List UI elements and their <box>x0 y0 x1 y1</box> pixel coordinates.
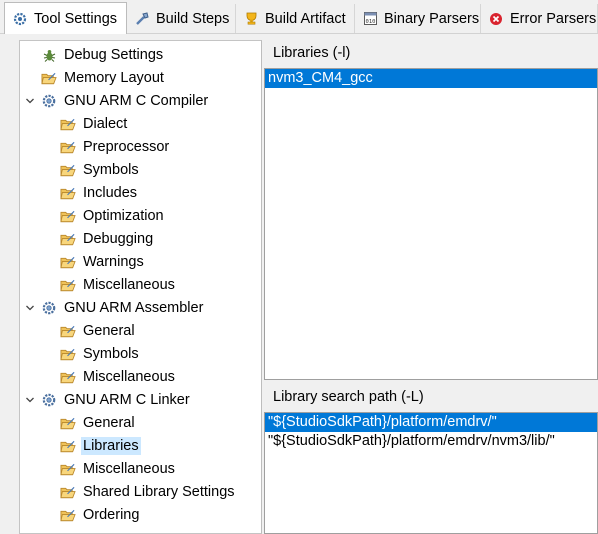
tool-settings-icon <box>12 11 28 27</box>
tree-item-ordering[interactable]: Ordering <box>60 504 141 526</box>
debug-settings-icon <box>41 47 57 63</box>
tab-binary-parsers[interactable]: 010 Binary Parsers <box>355 4 481 33</box>
tree-item-preprocessor[interactable]: Preprocessor <box>60 136 171 158</box>
tree-item-label: Debug Settings <box>64 47 164 63</box>
library-search-path-header-label: Library search path (-L) <box>273 389 424 405</box>
folder-icon <box>60 438 76 454</box>
tree-item-gnu-arm-c-linker[interactable]: GNU ARM C Linker <box>26 389 192 411</box>
tab-error-parsers[interactable]: Error Parsers <box>481 4 598 33</box>
folder-icon <box>60 139 76 155</box>
tree-item-label: Dialect <box>83 116 128 132</box>
tab-label: Tool Settings <box>34 10 118 27</box>
tree-item-debug-settings[interactable]: Debug Settings <box>41 44 165 66</box>
build-steps-icon <box>134 11 150 27</box>
library-item[interactable]: nvm3_CM4_gcc <box>265 69 597 88</box>
folder-icon <box>60 208 76 224</box>
tree-item-shared-library-settings[interactable]: Shared Library Settings <box>60 481 237 503</box>
tree-item-dialect[interactable]: Dialect <box>60 113 129 135</box>
tree-item-label: Miscellaneous <box>83 369 175 385</box>
tree-item-symbols[interactable]: Symbols <box>60 343 141 365</box>
folder-icon <box>60 461 76 477</box>
build-artifact-icon <box>243 11 259 27</box>
folder-icon <box>60 116 76 132</box>
tab-label: Binary Parsers <box>384 10 480 27</box>
tree-item-label: General <box>83 415 135 431</box>
folder-icon <box>60 162 76 178</box>
tool-gear-icon <box>41 300 57 316</box>
folder-icon <box>60 369 76 385</box>
tree-item-label: Symbols <box>83 162 139 178</box>
tool-gear-icon <box>41 392 57 408</box>
tree-item-label: Libraries <box>81 437 141 455</box>
libraries-panel: Libraries (-l) nvm3_CM4_gcc <box>264 40 598 380</box>
tree-item-label: GNU ARM C Linker <box>64 392 190 408</box>
tree-item-label: Memory Layout <box>64 70 164 86</box>
tree-item-label: Debugging <box>83 231 154 247</box>
binary-parsers-icon: 010 <box>362 11 378 27</box>
folder-icon <box>60 185 76 201</box>
tree-item-general[interactable]: General <box>60 412 137 434</box>
tab-label: Error Parsers <box>510 10 597 27</box>
tree-item-warnings[interactable]: Warnings <box>60 251 146 273</box>
folder-icon <box>60 507 76 523</box>
tree-item-gnu-arm-assembler[interactable]: GNU ARM Assembler <box>26 297 205 319</box>
tab-label: Build Steps <box>156 10 230 27</box>
tree-item-label: Miscellaneous <box>83 277 175 293</box>
tab-bar: Tool Settings Build Steps Build Artifact 01… <box>0 0 598 34</box>
tool-gear-icon <box>41 93 57 109</box>
tab-build-steps[interactable]: Build Steps <box>127 4 236 33</box>
tab-label: Build Artifact <box>265 10 346 27</box>
chevron-down-icon[interactable] <box>24 95 36 107</box>
tree-item-label: Ordering <box>83 507 140 523</box>
tree-item-symbols[interactable]: Symbols <box>60 159 141 181</box>
library-search-path-panel: Library search path (-L) "${StudioSdkPat… <box>264 384 598 534</box>
libraries-list[interactable]: nvm3_CM4_gcc <box>264 68 598 380</box>
error-parsers-icon <box>488 11 504 27</box>
folder-icon <box>60 254 76 270</box>
tree-item-general[interactable]: General <box>60 320 137 342</box>
folder-icon <box>60 231 76 247</box>
tree-item-label: Shared Library Settings <box>83 484 235 500</box>
folder-icon <box>60 484 76 500</box>
folder-icon <box>60 323 76 339</box>
chevron-down-icon[interactable] <box>24 394 36 406</box>
tree-item-gnu-arm-c-compiler[interactable]: GNU ARM C Compiler <box>26 90 210 112</box>
tree-item-label: Includes <box>83 185 138 201</box>
tab-build-artifact[interactable]: Build Artifact <box>236 4 355 33</box>
tree-item-miscellaneous[interactable]: Miscellaneous <box>60 274 177 296</box>
tree-item-libraries[interactable]: Libraries <box>60 435 141 457</box>
tree-item-includes[interactable]: Includes <box>60 182 139 204</box>
tree-item-label: Miscellaneous <box>83 461 175 477</box>
tree-item-label: Symbols <box>83 346 139 362</box>
tree-item-debugging[interactable]: Debugging <box>60 228 155 250</box>
library-search-path-item[interactable]: "${StudioSdkPath}/platform/emdrv/" <box>265 413 597 432</box>
tab-tool-settings[interactable]: Tool Settings <box>4 2 127 34</box>
library-search-path-list[interactable]: "${StudioSdkPath}/platform/emdrv/" "${Stu… <box>264 412 598 534</box>
tool-settings-tree[interactable]: Debug Settings Memory Layout GNU ARM C Com… <box>19 40 262 534</box>
tree-item-label: General <box>83 323 135 339</box>
tree-item-label: Preprocessor <box>83 139 170 155</box>
tree-item-label: GNU ARM C Compiler <box>64 93 209 109</box>
tree-item-label: Optimization <box>83 208 164 224</box>
libraries-header: Libraries (-l) <box>264 40 598 66</box>
libraries-header-label: Libraries (-l) <box>273 45 351 61</box>
folder-icon <box>60 415 76 431</box>
folder-icon <box>60 346 76 362</box>
tree-item-memory-layout[interactable]: Memory Layout <box>41 67 166 89</box>
tree-item-label: Warnings <box>83 254 144 270</box>
folder-icon <box>60 277 76 293</box>
chevron-down-icon[interactable] <box>24 302 36 314</box>
svg-text:010: 010 <box>365 19 375 25</box>
tree-item-miscellaneous[interactable]: Miscellaneous <box>60 458 177 480</box>
library-search-path-item[interactable]: "${StudioSdkPath}/platform/emdrv/nvm3/li… <box>265 432 597 451</box>
library-search-path-header: Library search path (-L) <box>264 384 598 410</box>
tree-item-optimization[interactable]: Optimization <box>60 205 166 227</box>
tree-item-label: GNU ARM Assembler <box>64 300 204 316</box>
folder-icon <box>41 70 57 86</box>
tree-item-miscellaneous[interactable]: Miscellaneous <box>60 366 177 388</box>
